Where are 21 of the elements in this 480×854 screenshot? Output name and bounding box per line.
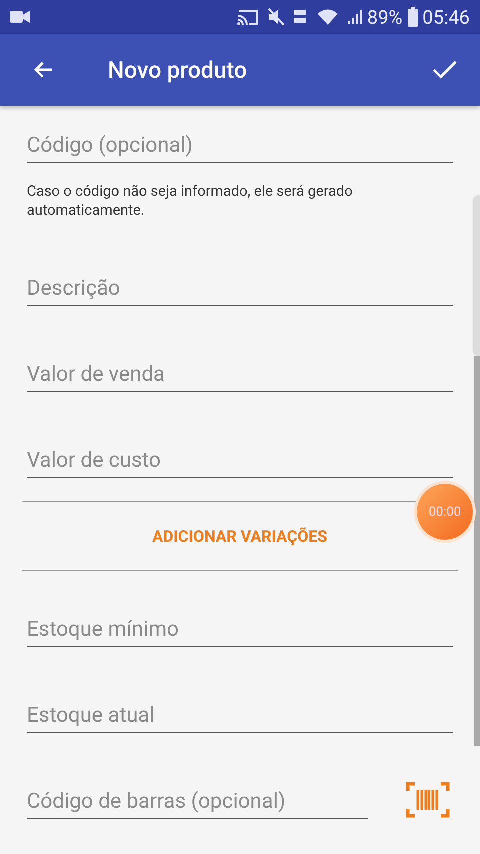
wifi-icon	[317, 8, 340, 26]
text-field[interactable]: Descrição	[27, 277, 453, 306]
screen-title: Novo produto	[108, 56, 248, 84]
text-field[interactable]: Código (opcional)	[27, 134, 453, 163]
mute-icon	[267, 8, 286, 26]
text-field[interactable]: Estoque mínimo	[27, 618, 453, 647]
scrollbar-thumb[interactable]	[474, 196, 480, 356]
recording-timer-bubble[interactable]: 00:00	[417, 484, 473, 540]
helper-text: Caso o código não seja informado, ele será gerado automaticamente.	[27, 182, 354, 220]
clock: 05:46	[422, 6, 470, 28]
cast-icon	[237, 8, 260, 26]
barcode-scan-icon[interactable]	[406, 781, 450, 819]
battery-icon	[406, 7, 419, 27]
add-variations-button[interactable]: ADICIONAR VARIAÇÕES	[146, 520, 334, 552]
signal-icon	[347, 8, 364, 26]
text-field[interactable]: Valor de venda	[27, 363, 453, 392]
text-field[interactable]: Código de barras (opcional)	[27, 790, 368, 819]
text-field[interactable]: Valor de custo	[27, 449, 453, 478]
video-camera-icon	[10, 10, 30, 24]
text-field[interactable]: Estoque atual	[27, 704, 453, 733]
battery-percentage: 89%	[367, 6, 403, 28]
